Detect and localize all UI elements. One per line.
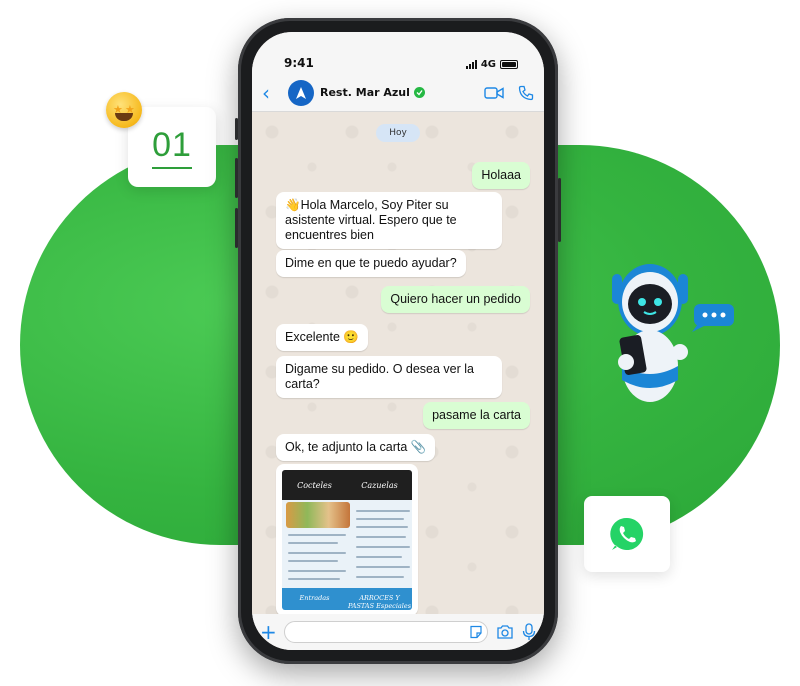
chat-area: Hoy Holaaa 👋Hola Marcelo, Soy Piter su a… bbox=[252, 112, 544, 616]
back-icon[interactable]: ‹ bbox=[262, 81, 280, 105]
menu-section-cazuelas: Cazuelas bbox=[361, 481, 398, 490]
message-bubble: pasame la carta bbox=[423, 402, 530, 429]
phone-screen: 9:41 4G ‹ Rest. Mar Azul Hoy Holaaa 👋Hol… bbox=[252, 32, 544, 650]
robot-illustration bbox=[612, 264, 734, 402]
star-struck-emoji-icon: ★ ★ bbox=[106, 92, 142, 128]
network-label: 4G bbox=[480, 59, 496, 70]
message-bubble: Quiero hacer un pedido bbox=[381, 286, 530, 313]
menu-section-entradas: Entradas bbox=[299, 594, 330, 602]
phone-call-icon[interactable] bbox=[518, 85, 534, 101]
message-bubble: Holaaa bbox=[472, 162, 530, 189]
microphone-icon[interactable] bbox=[522, 623, 536, 641]
menu-header: Cocteles Cazuelas bbox=[282, 470, 412, 500]
verified-icon bbox=[413, 87, 425, 98]
status-indicators: 4G bbox=[465, 59, 518, 70]
menu-section-arroces: ARROCES Y PASTAS Especiales bbox=[347, 594, 412, 610]
message-bubble: Excelente 🙂 bbox=[276, 324, 368, 351]
step-underline bbox=[152, 166, 192, 169]
menu-image: Cocteles Cazuelas Entradas ARROCES Y PAS… bbox=[282, 470, 412, 610]
signal-icon bbox=[465, 60, 477, 69]
chat-header: ‹ Rest. Mar Azul bbox=[252, 74, 544, 112]
message-bubble: Dime en que te puedo ayudar? bbox=[276, 250, 466, 277]
status-bar: 9:41 4G bbox=[252, 32, 544, 74]
message-bubble: Ok, te adjunto la carta 📎 bbox=[276, 434, 436, 461]
contact-name[interactable]: Rest. Mar Azul bbox=[320, 86, 410, 99]
whatsapp-logo-icon bbox=[610, 517, 644, 550]
step-number: 01 bbox=[152, 125, 192, 164]
message-input[interactable] bbox=[284, 621, 488, 643]
menu-food-photo bbox=[286, 502, 350, 528]
whatsapp-card bbox=[584, 496, 670, 572]
camera-icon[interactable] bbox=[496, 624, 514, 640]
sticker-icon[interactable] bbox=[469, 625, 483, 639]
avatar[interactable] bbox=[288, 79, 314, 106]
phone-mockup: 9:41 4G ‹ Rest. Mar Azul Hoy Holaaa 👋Hol… bbox=[235, 18, 561, 664]
menu-section-cocteles: Cocteles bbox=[297, 481, 332, 490]
battery-icon bbox=[500, 60, 518, 69]
day-chip: Hoy bbox=[376, 124, 420, 142]
input-bar: + bbox=[252, 614, 544, 650]
plus-icon[interactable]: + bbox=[260, 620, 277, 644]
step-card: 01 bbox=[128, 107, 216, 187]
logo-icon bbox=[296, 86, 306, 99]
video-call-icon[interactable] bbox=[484, 86, 504, 100]
menu-footer: Entradas ARROCES Y PASTAS Especiales bbox=[282, 588, 412, 610]
message-bubble: Digame su pedido. O desea ver la carta? bbox=[276, 356, 502, 398]
message-bubble: 👋Hola Marcelo, Soy Piter su asistente vi… bbox=[276, 192, 502, 249]
header-actions bbox=[484, 85, 534, 101]
status-time: 9:41 bbox=[284, 56, 314, 70]
menu-attachment[interactable]: Cocteles Cazuelas Entradas ARROCES Y PAS… bbox=[276, 464, 418, 616]
